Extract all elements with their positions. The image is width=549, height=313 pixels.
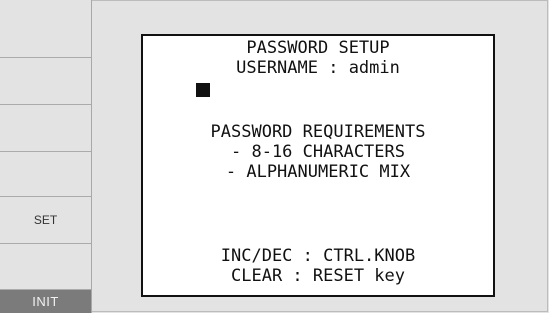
- screen-title: PASSWORD SETUP: [246, 38, 390, 58]
- input-cursor: [196, 83, 210, 97]
- username-line: USERNAME : admin: [236, 58, 400, 78]
- help-inc-dec: INC/DEC : CTRL.KNOB: [220, 246, 416, 266]
- help-clear: CLEAR : RESET key: [231, 266, 405, 286]
- softkey-1[interactable]: [0, 0, 91, 58]
- softkey-6[interactable]: [0, 244, 91, 290]
- softkey-3[interactable]: [0, 105, 91, 152]
- softkey-2[interactable]: [0, 58, 91, 105]
- password-setup-screen: PASSWORD SETUP USERNAME : admin PASSWORD…: [141, 34, 495, 297]
- requirement-length: - 8-16 CHARACTERS: [231, 142, 405, 162]
- init-softkey[interactable]: INIT: [0, 290, 91, 313]
- softkey-4[interactable]: [0, 152, 91, 197]
- requirement-mix: - ALPHANUMERIC MIX: [225, 162, 411, 182]
- set-softkey[interactable]: SET: [0, 197, 91, 244]
- softkey-column: SET INIT: [0, 0, 92, 313]
- requirements-heading: PASSWORD REQUIREMENTS: [210, 122, 426, 142]
